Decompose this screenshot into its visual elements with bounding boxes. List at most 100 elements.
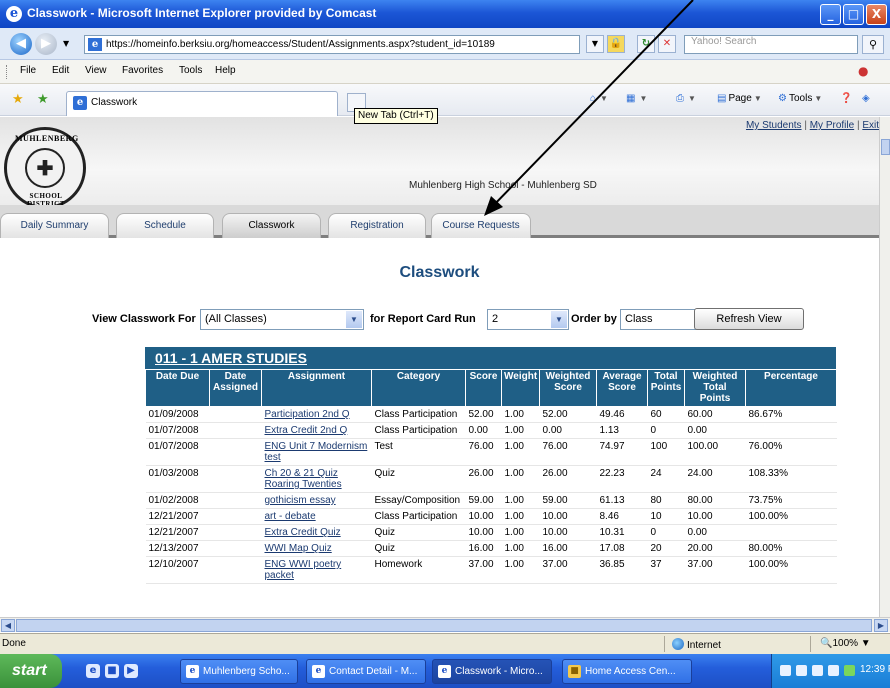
ie-icon: e bbox=[186, 665, 199, 678]
col-category[interactable]: Category bbox=[371, 369, 466, 407]
scroll-left-icon[interactable]: ◀ bbox=[1, 619, 15, 632]
taskbar-button-home-access[interactable]: ■ Home Access Cen... bbox=[562, 659, 692, 684]
cell-category: Quiz bbox=[371, 540, 466, 557]
tray-help-icon[interactable] bbox=[780, 665, 791, 676]
menu-view[interactable]: View bbox=[85, 65, 107, 76]
tray-network-icon[interactable] bbox=[828, 665, 839, 676]
quicklaunch-desktop-icon[interactable]: ■ bbox=[105, 664, 119, 678]
col-percentage[interactable]: Percentage bbox=[745, 369, 837, 407]
assignment-link[interactable]: gothicism essay bbox=[265, 495, 336, 506]
globe-icon bbox=[672, 638, 684, 650]
assignment-link[interactable]: ENG Unit 7 Modernism test bbox=[265, 441, 368, 463]
assignment-link[interactable]: Ch 20 & 21 Quiz Roaring Twenties bbox=[265, 468, 342, 490]
refresh-icon[interactable]: ↻ bbox=[637, 35, 655, 53]
col-average-score[interactable]: Average Score bbox=[596, 369, 648, 407]
col-score[interactable]: Score bbox=[465, 369, 502, 407]
report-card-run-label: for Report Card Run bbox=[370, 313, 476, 325]
tab-schedule[interactable]: Schedule bbox=[116, 213, 214, 238]
start-button[interactable]: start bbox=[0, 654, 62, 688]
cell-date-due: 12/21/2007 bbox=[145, 524, 210, 541]
forward-button[interactable]: ▶ bbox=[35, 33, 57, 55]
cell-average-score: 1.13 bbox=[596, 422, 648, 439]
search-icon[interactable]: ⚲ bbox=[862, 35, 884, 54]
home-icon: ⌂ bbox=[590, 93, 597, 104]
vertical-scroll-thumb[interactable] bbox=[881, 139, 890, 155]
print-button[interactable]: ⎙ ▼ bbox=[676, 93, 696, 104]
my-students-link[interactable]: My Students bbox=[746, 120, 802, 131]
menu-help[interactable]: Help bbox=[215, 65, 236, 76]
col-date-assigned[interactable]: Date Assigned bbox=[209, 369, 262, 407]
cell-score: 10.00 bbox=[465, 524, 502, 541]
cell-weighted-score: 76.00 bbox=[539, 438, 597, 466]
cell-assignment: ENG WWI poetry packet bbox=[261, 556, 372, 584]
col-total-points[interactable]: Total Points bbox=[647, 369, 685, 407]
cell-weighted-score: 10.00 bbox=[539, 524, 597, 541]
class-title-link[interactable]: 011 - 1 AMER STUDIES bbox=[155, 350, 307, 366]
tab-classwork[interactable]: e Classwork bbox=[66, 91, 338, 116]
help-icon: ❓ bbox=[840, 93, 853, 104]
minimize-button[interactable]: _ bbox=[820, 4, 841, 25]
toolbar-grip[interactable] bbox=[6, 65, 8, 79]
horizontal-scrollbar[interactable]: ◀ ▶ bbox=[0, 617, 890, 632]
col-assignment[interactable]: Assignment bbox=[261, 369, 372, 407]
assignment-link[interactable]: ENG WWI poetry packet bbox=[265, 559, 342, 581]
assignment-link[interactable]: Extra Credit 2nd Q bbox=[265, 425, 348, 436]
add-favorite-icon[interactable]: ★ bbox=[37, 92, 49, 107]
menu-favorites[interactable]: Favorites bbox=[122, 65, 163, 76]
lock-icon[interactable]: 🔒 bbox=[607, 35, 625, 53]
my-profile-link[interactable]: My Profile bbox=[810, 120, 854, 131]
scroll-right-icon[interactable]: ▶ bbox=[874, 619, 888, 632]
cell-category: Class Participation bbox=[371, 406, 466, 423]
assignment-link[interactable]: art - debate bbox=[265, 511, 316, 522]
class-select[interactable]: (All Classes) ▼ bbox=[200, 309, 364, 330]
toolbar-extension-icon[interactable]: ● bbox=[858, 64, 868, 78]
tab-daily-summary[interactable]: Daily Summary bbox=[0, 213, 109, 238]
close-button[interactable]: X bbox=[866, 4, 887, 25]
tray-back-icon[interactable] bbox=[796, 665, 807, 676]
maximize-button[interactable]: □ bbox=[843, 4, 864, 25]
tools-menu-button[interactable]: ⚙ Tools ▼ bbox=[778, 93, 822, 104]
stop-icon[interactable]: ✕ bbox=[658, 35, 676, 53]
col-weight[interactable]: Weight bbox=[501, 369, 540, 407]
col-weighted-total-points[interactable]: Weighted Total Points bbox=[684, 369, 746, 407]
favorites-star-icon[interactable]: ★ bbox=[12, 92, 24, 107]
tab-course-requests[interactable]: Course Requests bbox=[431, 213, 531, 238]
menu-edit[interactable]: Edit bbox=[52, 65, 69, 76]
refresh-view-button[interactable]: Refresh View bbox=[694, 308, 804, 330]
assignment-link[interactable]: Extra Credit Quiz bbox=[265, 527, 341, 538]
page-menu-button[interactable]: ▤ Page ▼ bbox=[717, 93, 762, 104]
search-input[interactable]: Yahoo! Search bbox=[684, 35, 858, 54]
col-date-due[interactable]: Date Due bbox=[145, 369, 210, 407]
assignment-link[interactable]: Participation 2nd Q bbox=[265, 409, 350, 420]
taskbar-button-contact-detail[interactable]: e Contact Detail - M... bbox=[306, 659, 426, 684]
tray-app-icon[interactable] bbox=[812, 665, 823, 676]
tray-signal-icon[interactable] bbox=[844, 665, 855, 676]
page-title: Classwork bbox=[399, 264, 480, 281]
history-dropdown-icon[interactable]: ▼ bbox=[63, 39, 69, 48]
taskbar-button-classwork[interactable]: e Classwork - Micro... bbox=[432, 659, 552, 684]
feeds-button[interactable]: ▦ ▼ bbox=[626, 93, 647, 104]
home-button[interactable]: ⌂ ▼ bbox=[590, 93, 608, 104]
zoom-level[interactable]: 🔍100% ▼ bbox=[820, 638, 871, 649]
research-button[interactable]: ◈ bbox=[862, 93, 872, 104]
menu-file[interactable]: File bbox=[20, 65, 36, 76]
assignment-link[interactable]: WWI Map Quiz bbox=[265, 543, 332, 554]
taskbar-button-muhlenberg[interactable]: e Muhlenberg Scho... bbox=[180, 659, 298, 684]
menu-tools[interactable]: Tools bbox=[179, 65, 202, 76]
vertical-scrollbar[interactable] bbox=[879, 117, 890, 617]
cell-weight: 1.00 bbox=[501, 540, 540, 557]
back-button[interactable]: ◀ bbox=[10, 33, 32, 55]
report-run-select[interactable]: 2 ▼ bbox=[487, 309, 569, 330]
tab-classwork-site[interactable]: Classwork bbox=[222, 213, 321, 238]
help-button[interactable]: ❓ bbox=[840, 93, 854, 104]
tab-registration[interactable]: Registration bbox=[328, 213, 426, 238]
url-dropdown-icon[interactable]: ▼ bbox=[586, 35, 604, 53]
quicklaunch-ie-icon[interactable]: e bbox=[86, 664, 100, 678]
url-field[interactable]: e https://homeinfo.berksiu.org/homeacces… bbox=[84, 35, 580, 54]
horizontal-scroll-thumb[interactable] bbox=[16, 619, 872, 632]
col-weighted-score[interactable]: Weighted Score bbox=[539, 369, 597, 407]
exit-link[interactable]: Exit bbox=[862, 120, 879, 131]
window-title-bar[interactable]: e Classwork - Microsoft Internet Explore… bbox=[0, 0, 890, 28]
security-zone[interactable]: Internet bbox=[672, 638, 721, 651]
quicklaunch-media-icon[interactable]: ▶ bbox=[124, 664, 138, 678]
